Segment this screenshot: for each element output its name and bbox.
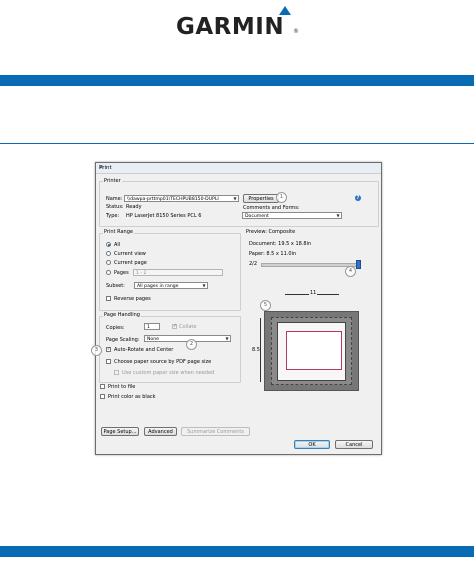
summarize-comments-button[interactable]: Summarize Comments (181, 427, 250, 436)
subset-value: All pages in range (137, 284, 179, 289)
all-label: All (114, 242, 121, 248)
subset-select[interactable]: All pages in range ▼ (134, 282, 208, 289)
status-label: Status: (106, 204, 124, 210)
paper-outline (286, 331, 342, 370)
print-color-black-checkbox[interactable] (100, 394, 105, 399)
callout-3: 3 (91, 345, 102, 356)
page-slider-track[interactable] (261, 263, 360, 267)
comments-value: Document (245, 214, 269, 219)
copies-label: Copies: (106, 325, 125, 331)
type-label: Type: (106, 213, 120, 219)
comments-select[interactable]: Document ▼ (242, 212, 342, 219)
ok-button[interactable]: OK (294, 440, 330, 449)
height-dimension-line (260, 318, 261, 382)
chevron-down-icon: ▼ (336, 213, 340, 218)
custom-paper-label: Use custom paper size when needed (122, 370, 215, 376)
print-to-file-label: Print to file (108, 384, 136, 390)
header-band (0, 75, 474, 86)
advanced-button[interactable]: Advanced (144, 427, 177, 436)
properties-button[interactable]: Properties (243, 194, 279, 203)
auto-rotate-label: Auto-Rotate and Center (114, 347, 174, 353)
page-scaling-label: Page Scaling: (106, 337, 140, 343)
print-color-black-label: Print color as black (108, 394, 156, 400)
choose-source-label: Choose paper source by PDF page size (114, 359, 212, 365)
callout-2: 2 (186, 339, 197, 350)
printer-name-label: Name: (106, 196, 123, 202)
preview-header: Preview: Composite (246, 229, 296, 235)
collate-label: Collate (179, 324, 197, 330)
auto-rotate-checkbox[interactable]: ✓ (106, 347, 111, 352)
printer-group-label: Printer (103, 178, 122, 184)
registered-mark: ® (293, 28, 299, 35)
page-slider-thumb[interactable] (356, 260, 361, 269)
all-radio[interactable] (106, 242, 111, 247)
logo-text: GARMIN (176, 14, 285, 40)
paper-size: Paper: 8.5 x 11.0in (249, 251, 297, 257)
chevron-down-icon: ▼ (233, 196, 237, 201)
pages-input[interactable]: 1 - 2 (133, 269, 223, 276)
callout-4: 4 (345, 266, 356, 277)
cancel-button[interactable]: Cancel (335, 440, 373, 449)
pages-radio[interactable] (106, 270, 111, 275)
help-icon[interactable]: ? (355, 195, 361, 201)
subset-label: Subset: (106, 283, 125, 289)
width-dimension-label: 11 (309, 290, 318, 296)
page-scaling-value: None (147, 337, 159, 342)
choose-source-checkbox[interactable] (106, 359, 111, 364)
current-view-label: Current view (114, 251, 146, 257)
collate-checkbox[interactable]: ✓ (172, 324, 177, 329)
printer-name-value: \\dawpa-prttmp01\TECHPUB8150-DUPLI (127, 197, 219, 202)
copies-input[interactable]: 1 (144, 323, 160, 330)
callout-1: 1 (276, 192, 287, 203)
current-page-radio[interactable] (106, 260, 111, 265)
reverse-pages-checkbox[interactable] (106, 296, 111, 301)
print-preview (264, 311, 359, 391)
footer-band (0, 546, 474, 557)
page-indicator: 2/2 (249, 261, 258, 267)
close-icon[interactable]: ✕ (99, 165, 378, 171)
chevron-down-icon: ▼ (225, 336, 229, 341)
print-to-file-checkbox[interactable] (100, 384, 105, 389)
print-dialog: Print ✕ Printer Name: \\dawpa-prttmp01\T… (91, 162, 382, 455)
height-dimension-label: 8.5 (252, 347, 260, 353)
print-range-label: Print Range (103, 229, 134, 235)
current-view-radio[interactable] (106, 251, 111, 256)
dialog-titlebar: Print ✕ (96, 163, 381, 174)
page-setup-button[interactable]: Page Setup... (101, 427, 139, 436)
chevron-down-icon: ▼ (202, 283, 206, 288)
document-size: Document: 19.5 x 18.8in (249, 241, 312, 247)
garmin-logo: GARMIN ® (176, 6, 300, 40)
current-page-label: Current page (114, 260, 147, 266)
reverse-pages-label: Reverse pages (114, 296, 151, 302)
pages-label: Pages (114, 270, 129, 276)
status-value: Ready (126, 204, 142, 210)
type-value: HP LaserJet 8150 Series PCL 6 (126, 213, 202, 219)
divider-rule (0, 143, 474, 144)
printer-name-select[interactable]: \\dawpa-prttmp01\TECHPUB8150-DUPLI ▼ (124, 195, 239, 202)
custom-paper-checkbox[interactable] (114, 370, 119, 375)
page-handling-label: Page Handling (103, 312, 141, 318)
comments-label: Comments and Forms: (243, 205, 300, 211)
callout-5: 5 (260, 300, 271, 311)
